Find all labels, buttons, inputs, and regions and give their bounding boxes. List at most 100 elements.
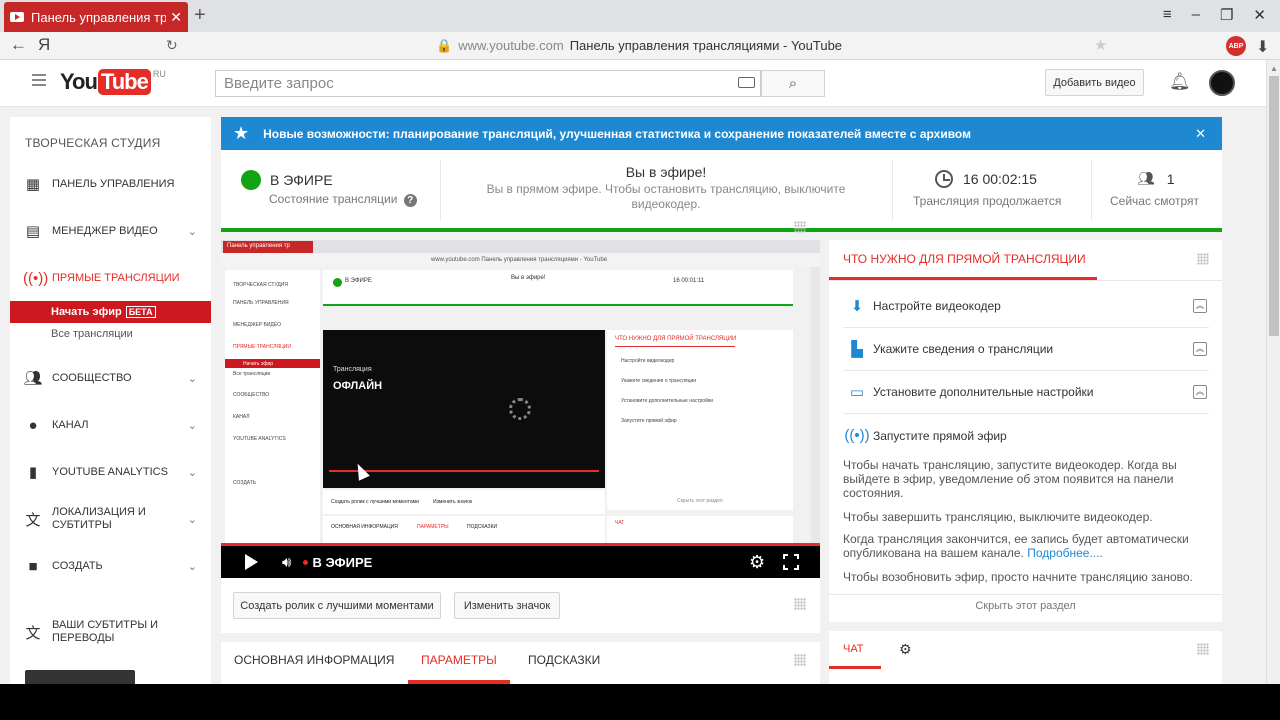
sidebar-item-analytics[interactable]: ▮ YOUTUBE ANALYTICS ⌄ (10, 457, 211, 487)
community-icon: 👥︎ (23, 370, 43, 387)
tab-tips[interactable]: ПОДСКАЗКИ (528, 653, 600, 667)
more-link[interactable]: Подробнее.... (1027, 546, 1103, 560)
expand-icon[interactable]: ︽ (1193, 342, 1207, 356)
sidebar-item-dashboard[interactable]: ▦ ПАНЕЛЬ УПРАВЛЕНИЯ (10, 169, 211, 199)
notifications-bell-icon[interactable]: 🔔︎ (1169, 72, 1191, 92)
youtube-favicon-icon (10, 12, 24, 22)
drag-handle-icon[interactable] (794, 598, 806, 610)
chat-settings-gear-icon[interactable]: ⚙ (899, 641, 912, 658)
create-highlights-button[interactable]: Создать ролик с лучшими моментами (233, 592, 441, 619)
avatar[interactable] (1209, 70, 1235, 96)
menu-icon[interactable]: ≡ (1163, 6, 1172, 24)
help-paragraph: Чтобы начать трансляцию, запустите видео… (843, 458, 1177, 500)
preview-text: СОЗДАТЬ (233, 480, 257, 486)
play-icon[interactable] (245, 554, 258, 570)
player-controls: 🔊︎ В ЭФИРЕ ⚙ (221, 546, 820, 578)
preview-text: Скрыть этот раздел (677, 498, 723, 504)
preview-text: СООБЩЕСТВО (233, 392, 270, 398)
volume-icon[interactable]: 🔊︎ (282, 554, 291, 571)
live-checklist-panel: ЧТО НУЖНО ДЛЯ ПРЯМОЙ ТРАНСЛЯЦИИ ⬇ Настро… (829, 240, 1222, 622)
preview-text: ПАНЕЛЬ УПРАВЛЕНИЯ (233, 300, 289, 306)
help-icon[interactable]: ? (403, 194, 417, 207)
url-field[interactable]: 🔒 www.youtube.com Панель управления трансл… (436, 38, 842, 54)
bookmark-star-icon[interactable]: ★ (1094, 36, 1107, 54)
live-red-dot-icon (303, 559, 309, 565)
window-close-icon[interactable]: ✕ (1253, 6, 1266, 24)
translate-icon: 文 (25, 624, 41, 642)
new-tab-icon[interactable]: + (194, 4, 206, 27)
star-icon: ★ (233, 123, 250, 143)
sidebar-item-video-manager[interactable]: ▤ МЕНЕДЖЕР ВИДЕО ⌄ (10, 216, 211, 246)
stream-duration: 16 00:02:15 (935, 170, 1037, 188)
hamburger-menu-icon[interactable] (32, 74, 46, 76)
status-subtitle: Вы в прямом эфире. Чтобы остановить тран… (486, 182, 846, 211)
search-input[interactable]: Введите запрос (215, 70, 761, 97)
tab-parameters[interactable]: ПАРАМЕТРЫ (421, 653, 497, 667)
change-thumbnail-button[interactable]: Изменить значок (454, 592, 560, 619)
add-video-button[interactable]: Добавить видео (1045, 69, 1144, 96)
tab-title: Панель управления тра (31, 9, 167, 25)
preview-text: МЕНЕДЖЕР ВИДЕО (233, 322, 282, 328)
card-icon: ▭ (849, 384, 865, 401)
browser-tab[interactable]: Панель управления тра ✕ (4, 2, 188, 32)
sidebar-item-your-subtitles[interactable]: 文 ВАШИ СУБТИТРЫ И ПЕРЕВОДЫ (10, 617, 211, 647)
chat-tab[interactable]: ЧАТ (843, 643, 864, 655)
video-player[interactable]: Панель управления тр www.youtube.com Пан… (221, 240, 820, 578)
drag-handle-icon[interactable] (794, 654, 806, 666)
sidebar-item-label: ЛОКАЛИЗАЦИЯ И СУБТИТРЫ (52, 506, 146, 531)
sidebar-item-live[interactable]: ((•)) ПРЯМЫЕ ТРАНСЛЯЦИИ (10, 263, 211, 293)
sidebar-item-label: ПАНЕЛЬ УПРАВЛЕНИЯ (52, 177, 175, 190)
sidebar-sub-all-broadcasts[interactable]: Все трансляции (10, 323, 211, 345)
tab-close-icon[interactable]: ✕ (170, 9, 182, 26)
settings-gear-icon[interactable]: ⚙ (749, 552, 765, 573)
search-button[interactable]: ⌕ (761, 70, 825, 97)
reload-icon[interactable]: ↻ (166, 37, 178, 54)
sidebar-sub-start-live[interactable]: Начать эфир БЕТА (10, 301, 211, 323)
scroll-thumb[interactable] (1269, 76, 1279, 336)
step-advanced[interactable]: ▭ Установите дополнительные настройки ︽ (843, 371, 1209, 414)
chat-underline (829, 666, 881, 669)
sidebar-item-label: СОЗДАТЬ (52, 559, 103, 572)
back-arrow-icon[interactable]: ← (10, 35, 27, 55)
video-actions: Создать ролик с лучшими моментами Измени… (221, 578, 820, 633)
live-badge[interactable]: В ЭФИРЕ (303, 555, 372, 570)
help-feedback-button[interactable] (25, 670, 135, 684)
preview-text: Трансляция (333, 366, 372, 373)
drag-handle-icon[interactable] (1197, 253, 1209, 265)
step-encoder[interactable]: ⬇ Настройте видеокодер ︽ (843, 285, 1209, 328)
expand-icon[interactable]: ︽ (1193, 385, 1207, 399)
hide-section-link[interactable]: Скрыть этот раздел (829, 600, 1222, 612)
preview-text: Установите дополнительные настройки (621, 398, 713, 404)
step-info[interactable]: ▙ Укажите сведения о трансляции ︽ (843, 328, 1209, 371)
downloads-icon[interactable]: ⬇ (1256, 37, 1269, 57)
sidebar-item-create[interactable]: ■ СОЗДАТЬ ⌄ (10, 551, 211, 581)
expand-icon[interactable]: ︽ (1193, 299, 1207, 313)
sidebar-item-localization[interactable]: 文 ЛОКАЛИЗАЦИЯ И СУБТИТРЫ ⌄ (10, 504, 211, 534)
banner-close-icon[interactable]: ✕ (1195, 126, 1206, 142)
restore-icon[interactable]: ❐ (1220, 6, 1233, 24)
preview-url: www.youtube.com Панель управления трансл… (431, 257, 608, 263)
sidebar-item-channel[interactable]: ● КАНАЛ ⌄ (10, 410, 211, 440)
page-scrollbar[interactable]: ▲ (1266, 60, 1280, 684)
tab-basic-info[interactable]: ОСНОВНАЯ ИНФОРМАЦИЯ (234, 653, 394, 667)
loading-spinner-icon (509, 398, 531, 420)
drag-handle-icon[interactable] (1197, 643, 1209, 655)
youtube-logo[interactable]: You Tube RU (60, 69, 166, 95)
scroll-up-icon[interactable]: ▲ (1270, 64, 1278, 73)
preview-text: КАНАЛ (233, 414, 250, 420)
preview-text: Начать эфир (225, 359, 320, 368)
sidebar-item-community[interactable]: 👥︎ СООБЩЕСТВО ⌄ (10, 363, 211, 393)
minimize-icon[interactable]: – (1192, 6, 1200, 24)
yandex-icon[interactable]: Я (38, 35, 50, 55)
live-icon: ((•)) (844, 427, 870, 444)
settings-tabs: ОСНОВНАЯ ИНФОРМАЦИЯ ПАРАМЕТРЫ ПОДСКАЗКИ (221, 642, 820, 684)
preview-checklist: ЧТО НУЖНО ДЛЯ ПРЯМОЙ ТРАНСЛЯЦИИ Настройт… (607, 330, 793, 510)
viewers-label: Сейчас смотрят (1110, 194, 1199, 208)
drag-handle-icon[interactable] (794, 221, 806, 233)
help-paragraph: Чтобы возобновить эфир, просто начните т… (843, 570, 1193, 584)
video-manager-icon: ▤ (25, 223, 41, 240)
help-paragraph: Чтобы завершить трансляцию, выключите ви… (843, 510, 1153, 524)
keyboard-icon[interactable] (738, 77, 755, 88)
adblock-icon[interactable]: ABP (1226, 36, 1246, 56)
fullscreen-icon[interactable] (783, 554, 799, 570)
